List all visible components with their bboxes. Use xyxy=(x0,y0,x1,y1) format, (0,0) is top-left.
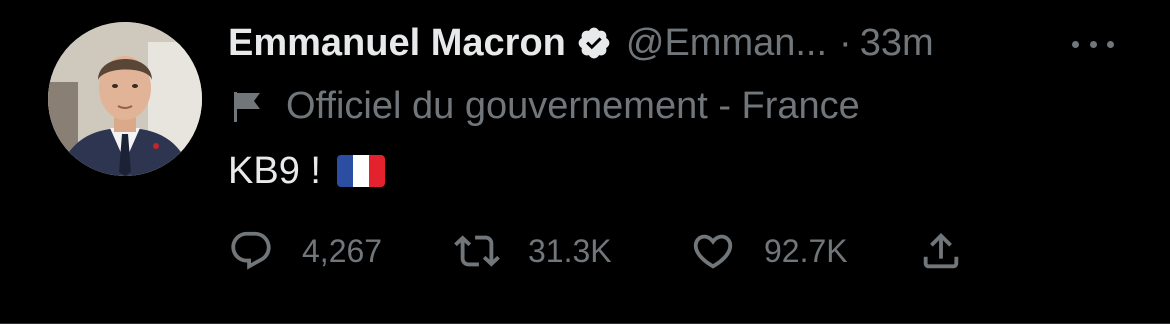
verified-badge-icon[interactable] xyxy=(576,25,612,61)
retweet-icon xyxy=(454,235,500,267)
like-count: 92.7K xyxy=(764,232,848,269)
flag-stripe-white xyxy=(352,155,369,187)
reply-count: 4,267 xyxy=(302,232,383,269)
account-label-text: Officiel du gouvernement - France xyxy=(286,84,860,127)
share-button[interactable] xyxy=(918,224,964,278)
flag-icon xyxy=(230,88,266,124)
more-options-icon[interactable] xyxy=(1066,24,1120,64)
reply-button[interactable]: 4,267 xyxy=(228,224,382,278)
tweet-header: Emmanuel Macron @Emman... · 33m xyxy=(228,18,934,68)
account-label[interactable]: Officiel du gouvernement - France xyxy=(230,80,860,132)
reply-icon xyxy=(231,231,271,270)
header-separator: · xyxy=(839,21,852,64)
heart-icon xyxy=(693,234,733,269)
action-bar: 4,267 31.3K 92.7K xyxy=(228,224,988,278)
flag-stripe-blue xyxy=(336,155,353,187)
tweet-body: KB9 ! xyxy=(228,149,321,192)
avatar[interactable] xyxy=(48,22,202,176)
more-dot xyxy=(1089,40,1097,48)
share-icon xyxy=(923,232,959,269)
display-name[interactable]: Emmanuel Macron xyxy=(228,22,566,65)
user-handle[interactable]: @Emman... xyxy=(626,22,827,65)
avatar-image xyxy=(48,22,202,176)
tweet-text: KB9 ! xyxy=(228,146,385,196)
timestamp[interactable]: 33m xyxy=(860,22,934,65)
retweet-button[interactable]: 31.3K xyxy=(454,224,612,278)
tweet[interactable]: Emmanuel Macron @Emman... · 33m Officiel… xyxy=(0,0,1170,324)
like-button[interactable]: 92.7K xyxy=(690,224,848,278)
retweet-count: 31.3K xyxy=(528,232,612,269)
french-flag-emoji xyxy=(336,155,385,187)
more-dot xyxy=(1072,40,1079,48)
more-dot xyxy=(1107,40,1114,48)
flag-stripe-red xyxy=(368,155,385,187)
